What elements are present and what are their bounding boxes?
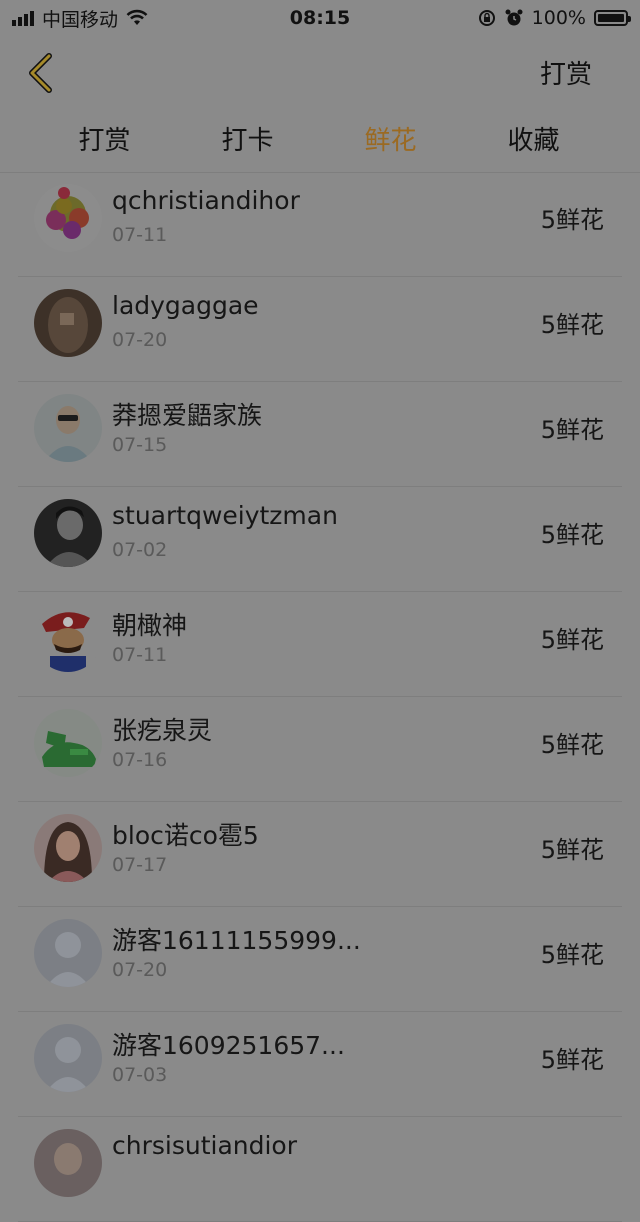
status-bar: 中国移动 08:15 100%	[0, 0, 640, 36]
reward-button[interactable]: 打赏	[540, 54, 592, 91]
avatar[interactable]	[34, 1129, 102, 1197]
list-item[interactable]: 莽摁爱鼯家族 07-15 5鲜花	[18, 382, 622, 487]
flower-count: 5鲜花	[540, 521, 604, 549]
list-item[interactable]: qchristiandihor 07-11 5鲜花	[18, 172, 622, 277]
flower-count: 5鲜花	[540, 941, 604, 969]
tab-flowers[interactable]: 鲜花	[319, 110, 462, 172]
nav-bar: 打赏	[0, 36, 640, 108]
rotation-lock-icon	[478, 10, 495, 26]
date: 07-02	[112, 539, 168, 561]
date: 07-11	[112, 224, 168, 246]
avatar[interactable]	[34, 394, 102, 462]
tab-reward[interactable]: 打赏	[33, 110, 176, 172]
list-item[interactable]: chrsisutiandior	[18, 1117, 622, 1222]
chevron-left-icon[interactable]	[22, 52, 62, 94]
list-item[interactable]: bloc诺co雹5 07-17 5鲜花	[18, 802, 622, 907]
list-item[interactable]: 朝橄神 07-11 5鲜花	[18, 592, 622, 697]
tab-favorites[interactable]: 收藏	[462, 110, 605, 172]
alarm-icon	[505, 9, 523, 26]
date: 07-03	[112, 1064, 168, 1086]
avatar[interactable]	[34, 709, 102, 777]
flower-count: 5鲜花	[540, 311, 604, 339]
status-left: 中国移动	[0, 5, 148, 32]
user-name: 游客1609251657...	[112, 1031, 345, 1060]
status-right: 100%	[478, 7, 640, 29]
battery-icon	[594, 10, 631, 26]
avatar[interactable]	[34, 184, 102, 252]
user-name: stuartqweiytzman	[112, 501, 338, 530]
user-name: 张疙泉灵	[112, 716, 213, 745]
user-name: 游客16111155999...	[112, 926, 361, 955]
date: 07-11	[112, 644, 168, 666]
avatar[interactable]	[34, 499, 102, 567]
list-item[interactable]: stuartqweiytzman 07-02 5鲜花	[18, 487, 622, 592]
user-name: 朝橄神	[112, 611, 188, 640]
date: 07-15	[112, 434, 168, 456]
flower-count: 5鲜花	[540, 731, 604, 759]
user-name: chrsisutiandior	[112, 1131, 298, 1160]
list-item[interactable]: 张疙泉灵 07-16 5鲜花	[18, 697, 622, 802]
avatar[interactable]	[34, 289, 102, 357]
list-item[interactable]: 游客1609251657... 07-03 5鲜花	[18, 1012, 622, 1117]
user-name: qchristiandihor	[112, 186, 300, 215]
flower-list: qchristiandihor 07-11 5鲜花 ladygaggae 07-…	[0, 172, 640, 1222]
avatar[interactable]	[34, 604, 102, 672]
date: 07-20	[112, 959, 168, 981]
user-name: ladygaggae	[112, 291, 259, 320]
flower-count: 5鲜花	[540, 626, 604, 654]
flower-count: 5鲜花	[540, 416, 604, 444]
date: 07-17	[112, 854, 168, 876]
signal-icon	[12, 10, 34, 26]
flower-count: 5鲜花	[540, 1046, 604, 1074]
carrier-label: 中国移动	[42, 8, 119, 31]
user-name: 莽摁爱鼯家族	[112, 401, 263, 430]
tab-bar: 打赏 打卡 鲜花 收藏	[0, 110, 640, 173]
flower-count: 5鲜花	[540, 206, 604, 234]
flower-count: 5鲜花	[540, 836, 604, 864]
date: 07-16	[112, 749, 168, 771]
default-avatar-icon[interactable]	[34, 1024, 102, 1092]
list-item[interactable]: 游客16111155999... 07-20 5鲜花	[18, 907, 622, 1012]
avatar[interactable]	[34, 814, 102, 882]
wifi-icon	[126, 9, 148, 25]
date: 07-20	[112, 329, 168, 351]
battery-label: 100%	[531, 7, 586, 29]
default-avatar-icon[interactable]	[34, 919, 102, 987]
tab-checkin[interactable]: 打卡	[176, 110, 319, 172]
list-item[interactable]: ladygaggae 07-20 5鲜花	[18, 277, 622, 382]
user-name: bloc诺co雹5	[112, 821, 259, 850]
